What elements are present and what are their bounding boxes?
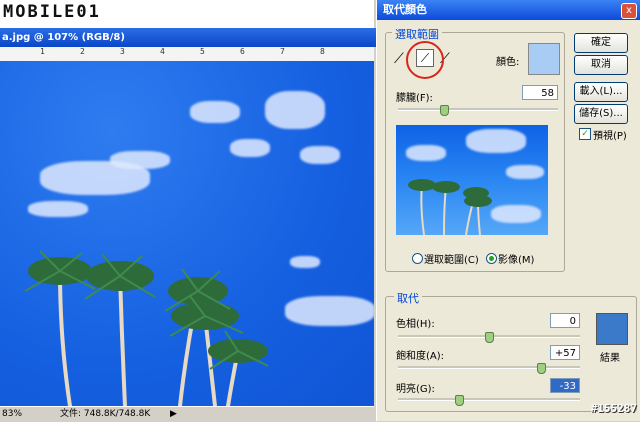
saturation-slider-thumb[interactable] [536, 363, 546, 374]
selection-group: 選取範圍 ⟋ ⟋ ⟋ 顏色: 朦朧(F): 58 選取範圍(C) 影像(M) [385, 26, 565, 272]
selection-group-label: 選取範圍 [392, 26, 442, 42]
saturation-label: 飽和度(A): [396, 351, 445, 362]
saturation-input[interactable]: +57 [550, 345, 580, 360]
saturation-slider-track[interactable] [398, 366, 580, 369]
load-button[interactable]: 載入(L)... [574, 82, 628, 102]
site-logo-strip: MOBILE01 [0, 0, 374, 28]
fuzziness-label: 朦朧(F): [396, 93, 433, 104]
radio-image-label: 影像(M) [498, 255, 535, 266]
close-button[interactable]: x [621, 3, 637, 19]
status-menu-arrow-icon[interactable]: ▶ [170, 407, 177, 422]
site-logo: MOBILE01 [3, 2, 101, 22]
ruler-mark: 4 [160, 47, 165, 56]
ok-button[interactable]: 確定 [574, 33, 628, 53]
palm-trees-image [24, 250, 269, 406]
zoom-readout[interactable]: 83% [2, 407, 22, 422]
lightness-slider-track[interactable] [398, 398, 580, 401]
fuzziness-slider-thumb[interactable] [440, 105, 450, 116]
selection-preview [396, 125, 548, 235]
lightness-slider-thumb[interactable] [454, 395, 464, 406]
document-title: a.jpg @ 107% (RGB/8) [0, 28, 376, 47]
ruler-mark: 5 [200, 47, 205, 56]
radio-image[interactable] [486, 253, 497, 264]
status-bar: 83% 文件: 748.8K/748.8K ▶ [0, 406, 374, 422]
ruler-mark: 3 [120, 47, 125, 56]
result-color-swatch[interactable] [596, 313, 628, 345]
document-window: a.jpg @ 107% (RGB/8) 1 2 3 4 5 6 7 8 83%… [0, 28, 376, 422]
ruler-mark: 7 [280, 47, 285, 56]
cancel-button[interactable]: 取消 [574, 55, 628, 75]
hue-input[interactable]: 0 [550, 313, 580, 328]
preview-checkbox-label: 預視(P) [593, 131, 627, 142]
image-canvas[interactable] [0, 61, 374, 406]
lightness-label: 明亮(G): [396, 384, 435, 395]
replace-color-dialog: 取代顏色 x 選取範圍 ⟋ ⟋ ⟋ 顏色: 朦朧(F): 58 選取範圍(C) [376, 0, 640, 421]
watermark: #155287 [590, 402, 637, 415]
radio-selection-label: 選取範圍(C) [424, 255, 479, 266]
hue-label: 色相(H): [396, 319, 435, 330]
replace-group: 取代 色相(H): 0 飽和度(A): +57 明亮(G): -33 結果 [385, 290, 637, 412]
selected-color-swatch[interactable] [528, 43, 560, 75]
ruler-mark: 8 [320, 47, 325, 56]
fuzziness-input[interactable]: 58 [522, 85, 558, 100]
fuzziness-slider-track[interactable] [398, 108, 558, 111]
hue-slider-thumb[interactable] [485, 332, 494, 343]
document-size: 文件: 748.8K/748.8K [60, 409, 151, 419]
replace-group-label: 取代 [394, 290, 422, 306]
ruler-mark: 1 [40, 47, 45, 56]
result-label: 結果 [600, 353, 620, 364]
eyedropper-icon[interactable]: ⟋ [394, 51, 404, 67]
dialog-title: 取代顏色 [377, 0, 640, 20]
radio-selection[interactable] [412, 253, 423, 264]
ruler-mark: 2 [80, 47, 85, 56]
save-button[interactable]: 儲存(S)... [574, 104, 628, 124]
ruler-mark: 6 [240, 47, 245, 56]
highlight-circle [406, 41, 444, 79]
color-label: 顏色: [496, 57, 520, 68]
horizontal-ruler: 1 2 3 4 5 6 7 8 [0, 47, 374, 62]
lightness-input[interactable]: -33 [550, 378, 580, 393]
preview-checkbox[interactable]: ✓ [579, 128, 591, 140]
